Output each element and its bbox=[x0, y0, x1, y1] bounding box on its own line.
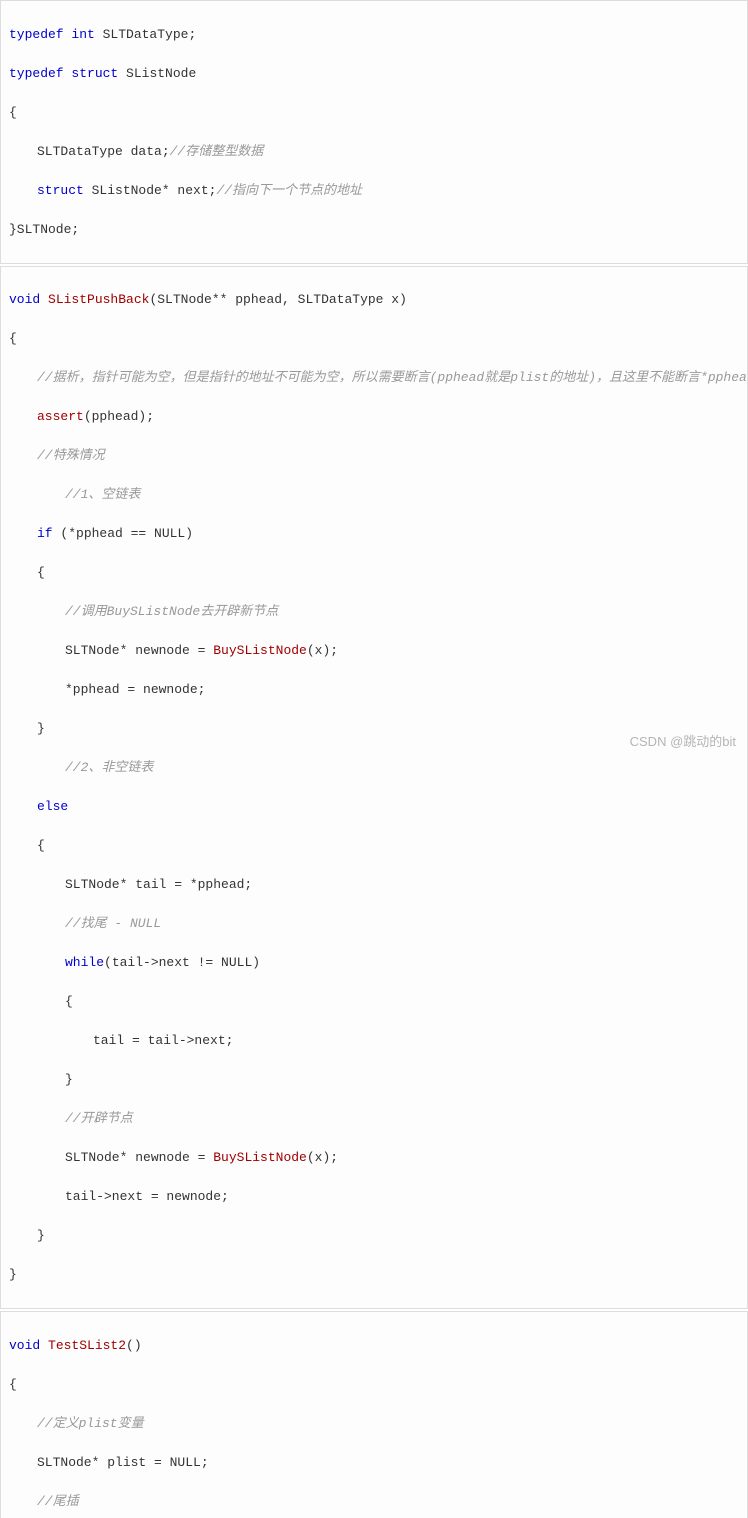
code-line: //调用BuySListNode去开辟新节点 bbox=[9, 602, 739, 622]
code-text: SLTDataType; bbox=[95, 27, 196, 42]
function-call: BuySListNode bbox=[213, 643, 307, 658]
code-text: SLTNode* newnode = bbox=[65, 1150, 213, 1165]
code-line: tail->next = newnode; bbox=[9, 1187, 739, 1207]
keyword: void bbox=[9, 292, 40, 307]
code-line: SLTNode* plist = NULL; bbox=[9, 1453, 739, 1473]
code-line: } bbox=[9, 719, 739, 739]
code-line: } bbox=[9, 1265, 739, 1285]
code-line: { bbox=[9, 103, 739, 123]
code-line: SLTNode* newnode = BuySListNode(x); bbox=[9, 641, 739, 661]
code-line: SLTNode* newnode = BuySListNode(x); bbox=[9, 1148, 739, 1168]
code-line: assert(pphead); bbox=[9, 407, 739, 427]
code-line: struct SListNode* next;//指向下一个节点的地址 bbox=[9, 181, 739, 201]
code-text: (SLTNode** pphead, SLTDataType x) bbox=[149, 292, 406, 307]
code-line: { bbox=[9, 563, 739, 583]
code-line: void SListPushBack(SLTNode** pphead, SLT… bbox=[9, 290, 739, 310]
code-line: typedef struct SListNode bbox=[9, 64, 739, 84]
comment: //开辟节点 bbox=[65, 1111, 133, 1126]
comment: //调用BuySListNode去开辟新节点 bbox=[65, 604, 278, 619]
comment: //找尾 - NULL bbox=[65, 916, 161, 931]
code-line: { bbox=[9, 329, 739, 349]
code-line: } bbox=[9, 1070, 739, 1090]
code-text: (x); bbox=[307, 643, 338, 658]
code-text: (tail->next != NULL) bbox=[104, 955, 260, 970]
comment: //1、空链表 bbox=[65, 487, 140, 502]
keyword: struct bbox=[71, 66, 118, 81]
code-line: SLTNode* tail = *pphead; bbox=[9, 875, 739, 895]
keyword: typedef bbox=[9, 66, 64, 81]
comment: //尾插 bbox=[37, 1494, 79, 1509]
code-line: SLTDataType data;//存储整型数据 bbox=[9, 142, 739, 162]
keyword: if bbox=[37, 526, 53, 541]
code-text: (*pphead == NULL) bbox=[53, 526, 193, 541]
code-line: void TestSList2() bbox=[9, 1336, 739, 1356]
keyword: void bbox=[9, 1338, 40, 1353]
code-text: SLTNode* newnode = bbox=[65, 643, 213, 658]
keyword: while bbox=[65, 955, 104, 970]
function-name: TestSList2 bbox=[40, 1338, 126, 1353]
keyword: int bbox=[71, 27, 94, 42]
code-line: //2、非空链表 bbox=[9, 758, 739, 778]
code-line: //特殊情况 bbox=[9, 446, 739, 466]
code-line: { bbox=[9, 836, 739, 856]
code-line: //找尾 - NULL bbox=[9, 914, 739, 934]
function-name: SListPushBack bbox=[40, 292, 149, 307]
code-block-typedef: typedef int SLTDataType; typedef struct … bbox=[0, 0, 748, 264]
code-line: { bbox=[9, 1375, 739, 1395]
code-text: (pphead); bbox=[84, 409, 154, 424]
function-call: BuySListNode bbox=[213, 1150, 307, 1165]
code-line: //尾插 bbox=[9, 1492, 739, 1512]
comment: //据析，指针可能为空，但是指针的地址不可能为空，所以需要断言(pphead就是… bbox=[37, 370, 748, 385]
code-text: (x); bbox=[307, 1150, 338, 1165]
keyword: typedef bbox=[9, 27, 64, 42]
code-line: }SLTNode; bbox=[9, 220, 739, 240]
code-line: if (*pphead == NULL) bbox=[9, 524, 739, 544]
code-line: //据析，指针可能为空，但是指针的地址不可能为空，所以需要断言(pphead就是… bbox=[9, 368, 739, 388]
code-text: SListNode bbox=[118, 66, 196, 81]
code-text: SLTDataType data; bbox=[37, 144, 170, 159]
code-line: //开辟节点 bbox=[9, 1109, 739, 1129]
code-line: //定义plist变量 bbox=[9, 1414, 739, 1434]
keyword: else bbox=[37, 799, 68, 814]
code-line: typedef int SLTDataType; bbox=[9, 25, 739, 45]
code-block-test: void TestSList2() { //定义plist变量 SLTNode*… bbox=[0, 1311, 748, 1518]
code-line: else bbox=[9, 797, 739, 817]
comment: //定义plist变量 bbox=[37, 1416, 144, 1431]
comment: //2、非空链表 bbox=[65, 760, 153, 775]
function-call: assert bbox=[37, 409, 84, 424]
code-line: //1、空链表 bbox=[9, 485, 739, 505]
code-text: SListNode* next; bbox=[84, 183, 217, 198]
comment: //指向下一个节点的地址 bbox=[216, 183, 362, 198]
comment: //存储整型数据 bbox=[170, 144, 264, 159]
code-line: while(tail->next != NULL) bbox=[9, 953, 739, 973]
code-line: *pphead = newnode; bbox=[9, 680, 739, 700]
code-line: } bbox=[9, 1226, 739, 1246]
comment: //特殊情况 bbox=[37, 448, 105, 463]
code-block-pushback: void SListPushBack(SLTNode** pphead, SLT… bbox=[0, 266, 748, 1310]
code-text: () bbox=[126, 1338, 142, 1353]
keyword: struct bbox=[37, 183, 84, 198]
code-line: { bbox=[9, 992, 739, 1012]
code-line: tail = tail->next; bbox=[9, 1031, 739, 1051]
